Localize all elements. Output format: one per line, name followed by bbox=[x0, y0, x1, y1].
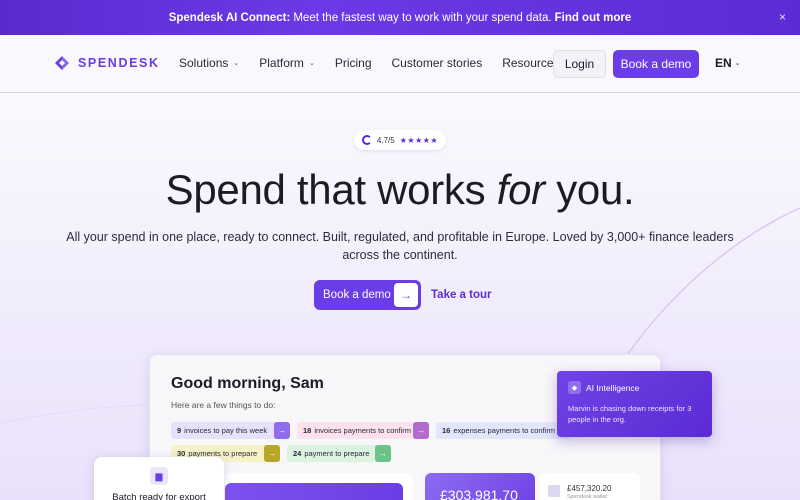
take-tour-link[interactable]: Take a tour bbox=[431, 289, 492, 301]
task-label: payment to prepare bbox=[304, 449, 370, 458]
task-chip: 24 payment to prepare → bbox=[287, 445, 391, 462]
hero-subheading: All your spend in one place, ready to co… bbox=[66, 230, 734, 262]
top-nav: SPENDESK Solutions ⌄ Platform ⌄ Pricing … bbox=[0, 35, 800, 93]
sparkle-icon: ◆ bbox=[568, 381, 581, 394]
nav-item-platform[interactable]: Platform ⌄ bbox=[259, 56, 315, 70]
language-selector[interactable]: EN ⌄ bbox=[715, 56, 741, 70]
login-button[interactable]: Login bbox=[553, 50, 606, 78]
nav-item-label: Customer stories bbox=[391, 56, 483, 70]
headline-text: Spend that works bbox=[165, 166, 497, 213]
task-count: 9 bbox=[177, 426, 182, 435]
announcement-message: Meet the fastest way to work with your s… bbox=[293, 11, 552, 24]
chevron-down-icon: ⌄ bbox=[308, 60, 315, 67]
batch-export-card: ▆ Batch ready for export bbox=[94, 457, 224, 500]
wallet-amount: £457,320.20 bbox=[567, 484, 612, 493]
g2-icon bbox=[361, 135, 372, 145]
hero-headline: Spend that works for you. bbox=[0, 166, 800, 214]
rating-badge: 4.7/5 ★★★★★ bbox=[354, 130, 446, 150]
stars-icon: ★★★★★ bbox=[399, 135, 439, 145]
task-chip: 18 invoices payments to confirm → bbox=[297, 422, 429, 439]
nav-item-pricing[interactable]: Pricing bbox=[335, 56, 372, 70]
nav-item-label: Solutions bbox=[179, 56, 229, 70]
nav-item-solutions[interactable]: Solutions ⌄ bbox=[179, 56, 239, 70]
balance-card: £303,981.70 bbox=[425, 473, 535, 500]
card-banner bbox=[225, 483, 403, 500]
book-demo-hero-button[interactable]: Book a demo → bbox=[314, 280, 421, 310]
rating-score: 4.7/5 bbox=[376, 135, 395, 145]
task-count: 18 bbox=[303, 426, 312, 435]
arrow-right-icon: → bbox=[274, 422, 290, 439]
dashboard-card bbox=[225, 473, 413, 500]
ai-intelligence-card: ◆ AI Intelligence Marvin is chasing down… bbox=[557, 371, 712, 437]
wallet-name: Spendesk wallet bbox=[567, 494, 608, 500]
nav-item-label: Resources bbox=[502, 56, 560, 70]
announcement-brand: Spendesk AI Connect: bbox=[168, 11, 291, 24]
wallet-icon bbox=[548, 485, 560, 497]
ai-card-body: Marvin is chasing down receipts for 3 pe… bbox=[568, 404, 692, 424]
spendesk-logo-icon bbox=[55, 56, 69, 70]
arrow-right-icon: → bbox=[264, 445, 280, 462]
task-chip: 9 invoices to pay this week → bbox=[171, 422, 290, 439]
language-label: EN bbox=[715, 56, 732, 70]
chevron-down-icon: ⌄ bbox=[233, 60, 240, 67]
ai-card-title: AI Intelligence bbox=[586, 383, 640, 393]
task-label: expenses payments to confirm bbox=[453, 426, 556, 435]
spendesk-logo[interactable]: SPENDESK bbox=[53, 55, 160, 71]
nav-item-customer-stories[interactable]: Customer stories bbox=[392, 56, 483, 70]
announcement-link[interactable]: Find out more bbox=[555, 12, 632, 24]
arrow-right-icon: → bbox=[375, 445, 391, 462]
wallet-card: £457,320.20 Spendesk wallet bbox=[540, 473, 640, 500]
dashboard-subtitle: Here are a few things to do: bbox=[171, 400, 276, 410]
batch-text: Batch ready for export bbox=[112, 492, 206, 500]
nav-item-label: Pricing bbox=[334, 56, 372, 70]
task-label: invoices payments to confirm bbox=[314, 426, 412, 435]
task-count: 16 bbox=[442, 426, 451, 435]
arrow-right-icon: → bbox=[413, 422, 429, 439]
announcement-bar: Spendesk AI Connect: Meet the fastest wa… bbox=[0, 0, 800, 35]
book-demo-nav-button[interactable]: Book a demo bbox=[613, 50, 699, 78]
nav-links: Solutions ⌄ Platform ⌄ Pricing Customer … bbox=[179, 56, 570, 70]
arrow-right-icon: → bbox=[394, 283, 418, 307]
folder-icon: ▆ bbox=[150, 467, 168, 485]
headline-emphasis: for bbox=[496, 166, 545, 213]
balance-amount: £303,981.70 bbox=[440, 487, 518, 500]
task-chip: 16 expenses payments to confirm bbox=[436, 422, 571, 439]
headline-text-end: you. bbox=[544, 166, 635, 213]
task-count: 24 bbox=[293, 449, 302, 458]
close-icon[interactable]: × bbox=[779, 10, 786, 24]
cta-label: Book a demo bbox=[323, 289, 391, 301]
task-label: invoices to pay this week bbox=[184, 426, 268, 435]
nav-item-label: Platform bbox=[259, 56, 304, 70]
logo-text: SPENDESK bbox=[78, 56, 160, 70]
chevron-down-icon: ⌄ bbox=[734, 60, 741, 67]
dashboard-greeting: Good morning, Sam bbox=[171, 375, 324, 392]
